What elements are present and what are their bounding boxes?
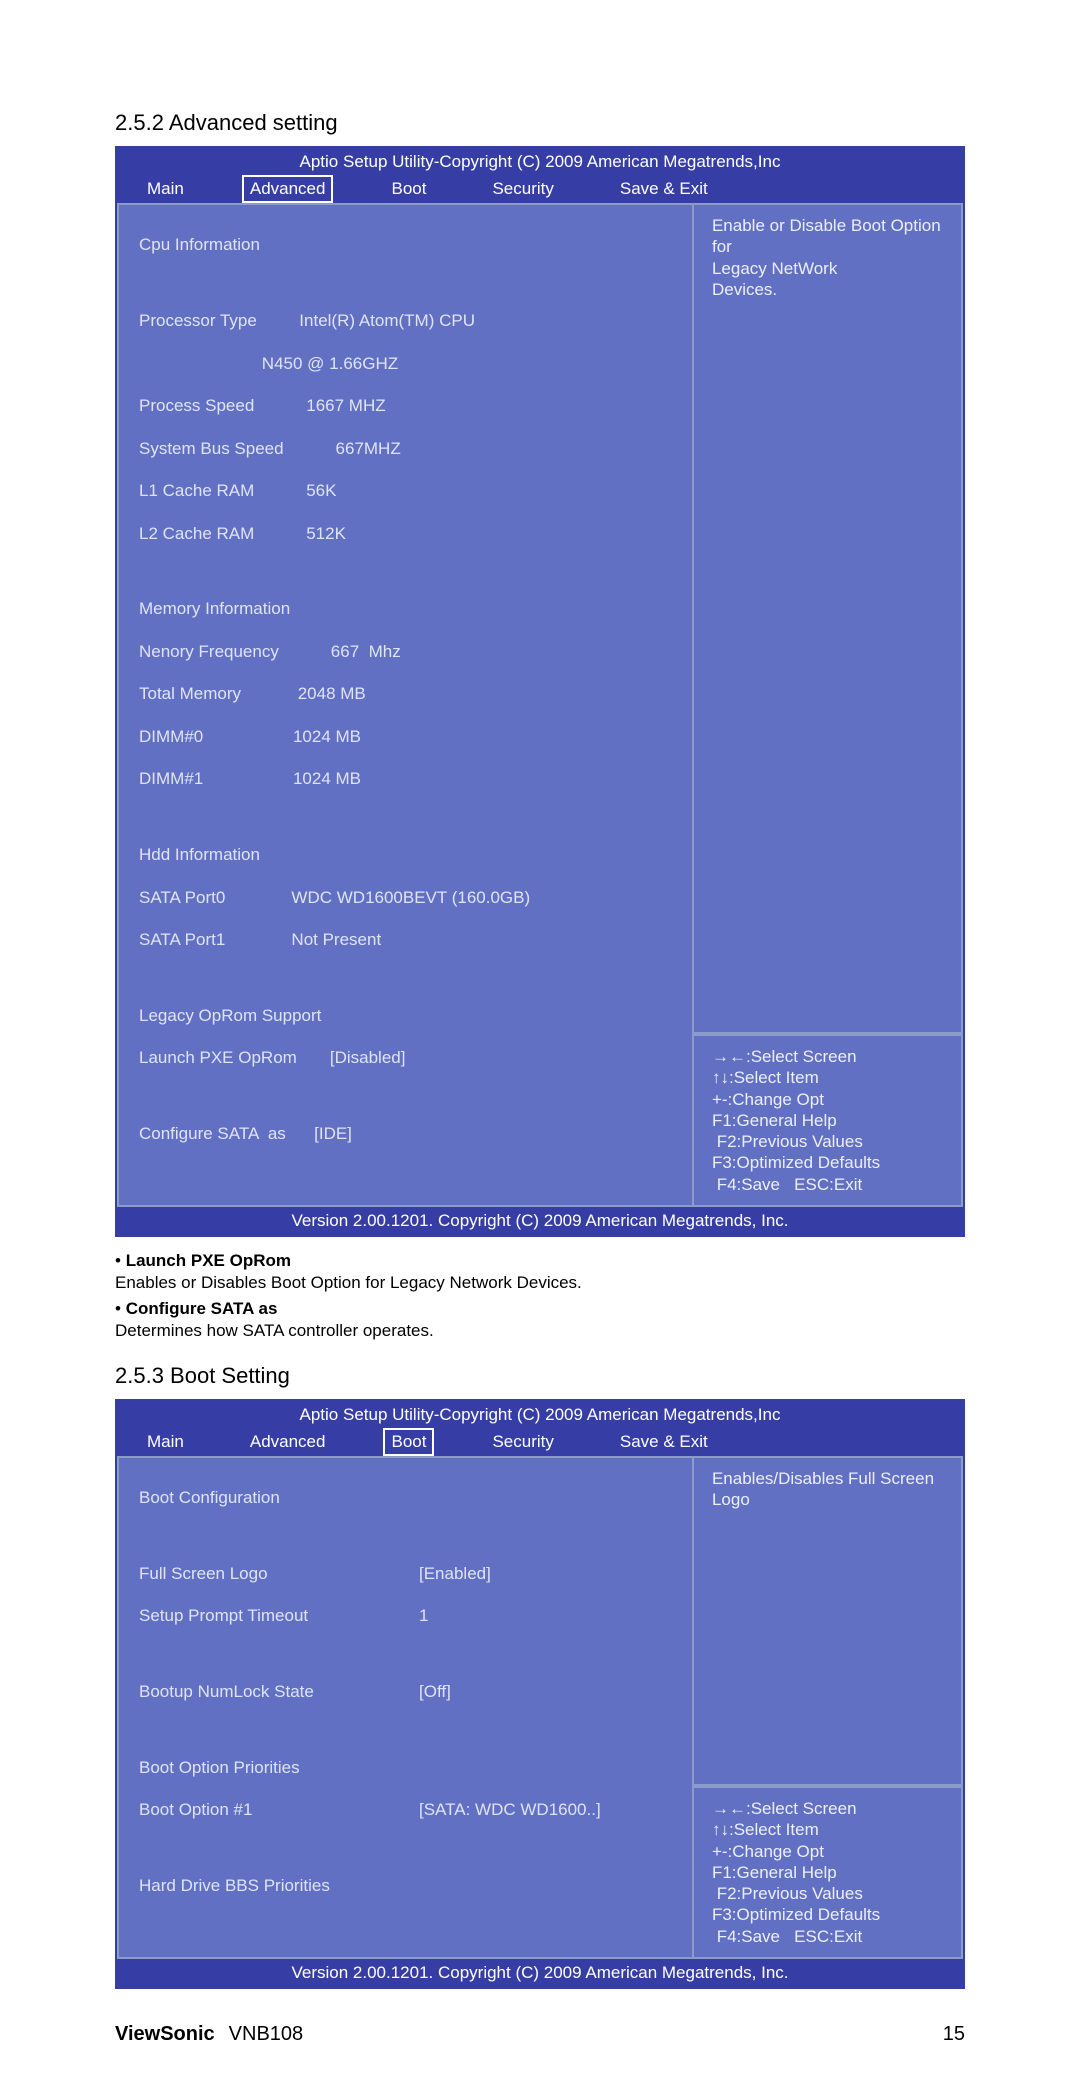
help-key: F4:Save ESC:Exit <box>712 1174 949 1195</box>
bios-version-bar: Version 2.00.1201. Copyright (C) 2009 Am… <box>117 1959 963 1987</box>
help-line: Enables/Disables Full Screen <box>712 1468 949 1489</box>
note-pxe-body: Enables or Disables Boot Option for Lega… <box>115 1273 965 1293</box>
row-numlock[interactable]: Bootup NumLock State[Off] <box>139 1681 672 1702</box>
tab-security[interactable]: Security <box>484 1428 561 1456</box>
help-line: Devices. <box>712 279 949 300</box>
row-launch-pxe[interactable]: Launch PXE OpRom [Disabled] <box>139 1047 672 1068</box>
tab-main[interactable]: Main <box>139 1428 192 1456</box>
row-cpu-info: Cpu Information <box>139 234 672 255</box>
note-pxe-title: • Launch PXE OpRom <box>115 1251 965 1271</box>
row-sata0: SATA Port0 WDC WD1600BEVT (160.0GB) <box>139 887 672 908</box>
row-proc-type2: N450 @ 1.66GHZ <box>139 353 672 374</box>
tab-boot[interactable]: Boot <box>383 175 434 203</box>
tab-advanced[interactable]: Advanced <box>242 1428 334 1456</box>
row-l2: L2 Cache RAM 512K <box>139 523 672 544</box>
footer-brand-model: ViewSonicVNB108 <box>115 2023 303 2046</box>
row-proc-speed: Process Speed 1667 MHZ <box>139 395 672 416</box>
note-sata-body: Determines how SATA controller operates. <box>115 1321 965 1341</box>
row-hdd-info: Hdd Information <box>139 844 672 865</box>
bios-help-bot: →←:Select Screen ↑↓:Select Item +-:Chang… <box>694 1034 963 1207</box>
bios-tab-bar: Main Advanced Boot Security Save & Exit <box>117 1428 963 1456</box>
heading-boot: 2.5.3 Boot Setting <box>115 1363 965 1389</box>
help-key: ↑↓:Select Item <box>712 1819 949 1840</box>
row-legacy-header: Legacy OpRom Support <box>139 1005 672 1026</box>
help-key: F1:General Help <box>712 1862 949 1883</box>
tab-advanced[interactable]: Advanced <box>242 175 334 203</box>
tab-boot[interactable]: Boot <box>383 1428 434 1456</box>
row-boot-priorities: Boot Option Priorities <box>139 1757 672 1778</box>
help-key: F3:Optimized Defaults <box>712 1152 949 1173</box>
row-boot-option-1[interactable]: Boot Option #1[SATA: WDC WD1600..] <box>139 1799 672 1820</box>
help-key: F1:General Help <box>712 1110 949 1131</box>
row-mem-freq: Nenory Frequency 667 Mhz <box>139 641 672 662</box>
help-key: →←:Select Screen <box>712 1798 949 1819</box>
bios-panel-boot: Aptio Setup Utility-Copyright (C) 2009 A… <box>115 1399 965 1989</box>
row-boot-config: Boot Configuration <box>139 1487 672 1508</box>
row-sata1: SATA Port1 Not Present <box>139 929 672 950</box>
tab-save-exit[interactable]: Save & Exit <box>612 175 716 203</box>
help-key: F2:Previous Values <box>712 1883 949 1904</box>
heading-advanced: 2.5.2 Advanced setting <box>115 110 965 136</box>
bios-left-pane: Cpu Information Processor Type Intel(R) … <box>117 203 694 1207</box>
help-key: F2:Previous Values <box>712 1131 949 1152</box>
row-proc-type: Processor Type Intel(R) Atom(TM) CPU <box>139 310 672 331</box>
bios-tab-bar: Main Advanced Boot Security Save & Exit <box>117 175 963 203</box>
bios-panel-advanced: Aptio Setup Utility-Copyright (C) 2009 A… <box>115 146 965 1237</box>
bios-help-top: Enable or Disable Boot Option for Legacy… <box>694 203 963 1034</box>
row-bbs-priorities[interactable]: Hard Drive BBS Priorities <box>139 1875 672 1896</box>
row-configure-sata[interactable]: Configure SATA as [IDE] <box>139 1123 672 1144</box>
row-mem-info: Memory Information <box>139 598 672 619</box>
note-sata-title: • Configure SATA as <box>115 1299 965 1319</box>
help-key: F4:Save ESC:Exit <box>712 1926 949 1947</box>
row-total-mem: Total Memory 2048 MB <box>139 683 672 704</box>
tab-security[interactable]: Security <box>484 175 561 203</box>
tab-main[interactable]: Main <box>139 175 192 203</box>
help-key: +-:Change Opt <box>712 1089 949 1110</box>
row-bus-speed: System Bus Speed 667MHZ <box>139 438 672 459</box>
bios-title-bar: Aptio Setup Utility-Copyright (C) 2009 A… <box>117 148 963 175</box>
help-line: Enable or Disable Boot Option for <box>712 215 949 258</box>
row-setup-prompt[interactable]: Setup Prompt Timeout1 <box>139 1605 672 1626</box>
help-line: Legacy NetWork <box>712 258 949 279</box>
bios-help-top: Enables/Disables Full Screen Logo <box>694 1456 963 1786</box>
row-dimm0: DIMM#0 1024 MB <box>139 726 672 747</box>
footer-page-no: 15 <box>943 2023 965 2046</box>
row-l1: L1 Cache RAM 56K <box>139 480 672 501</box>
row-dimm1: DIMM#1 1024 MB <box>139 768 672 789</box>
help-key: ↑↓:Select Item <box>712 1067 949 1088</box>
help-line: Logo <box>712 1489 949 1510</box>
bios-help-bot: →←:Select Screen ↑↓:Select Item +-:Chang… <box>694 1786 963 1959</box>
tab-save-exit[interactable]: Save & Exit <box>612 1428 716 1456</box>
bios-title-bar: Aptio Setup Utility-Copyright (C) 2009 A… <box>117 1401 963 1428</box>
help-key: →←:Select Screen <box>712 1046 949 1067</box>
help-key: F3:Optimized Defaults <box>712 1904 949 1925</box>
row-full-screen-logo[interactable]: Full Screen Logo[Enabled] <box>139 1563 672 1584</box>
bios-version-bar: Version 2.00.1201. Copyright (C) 2009 Am… <box>117 1207 963 1235</box>
help-key: +-:Change Opt <box>712 1841 949 1862</box>
bios-left-pane: Boot Configuration Full Screen Logo[Enab… <box>117 1456 694 1959</box>
